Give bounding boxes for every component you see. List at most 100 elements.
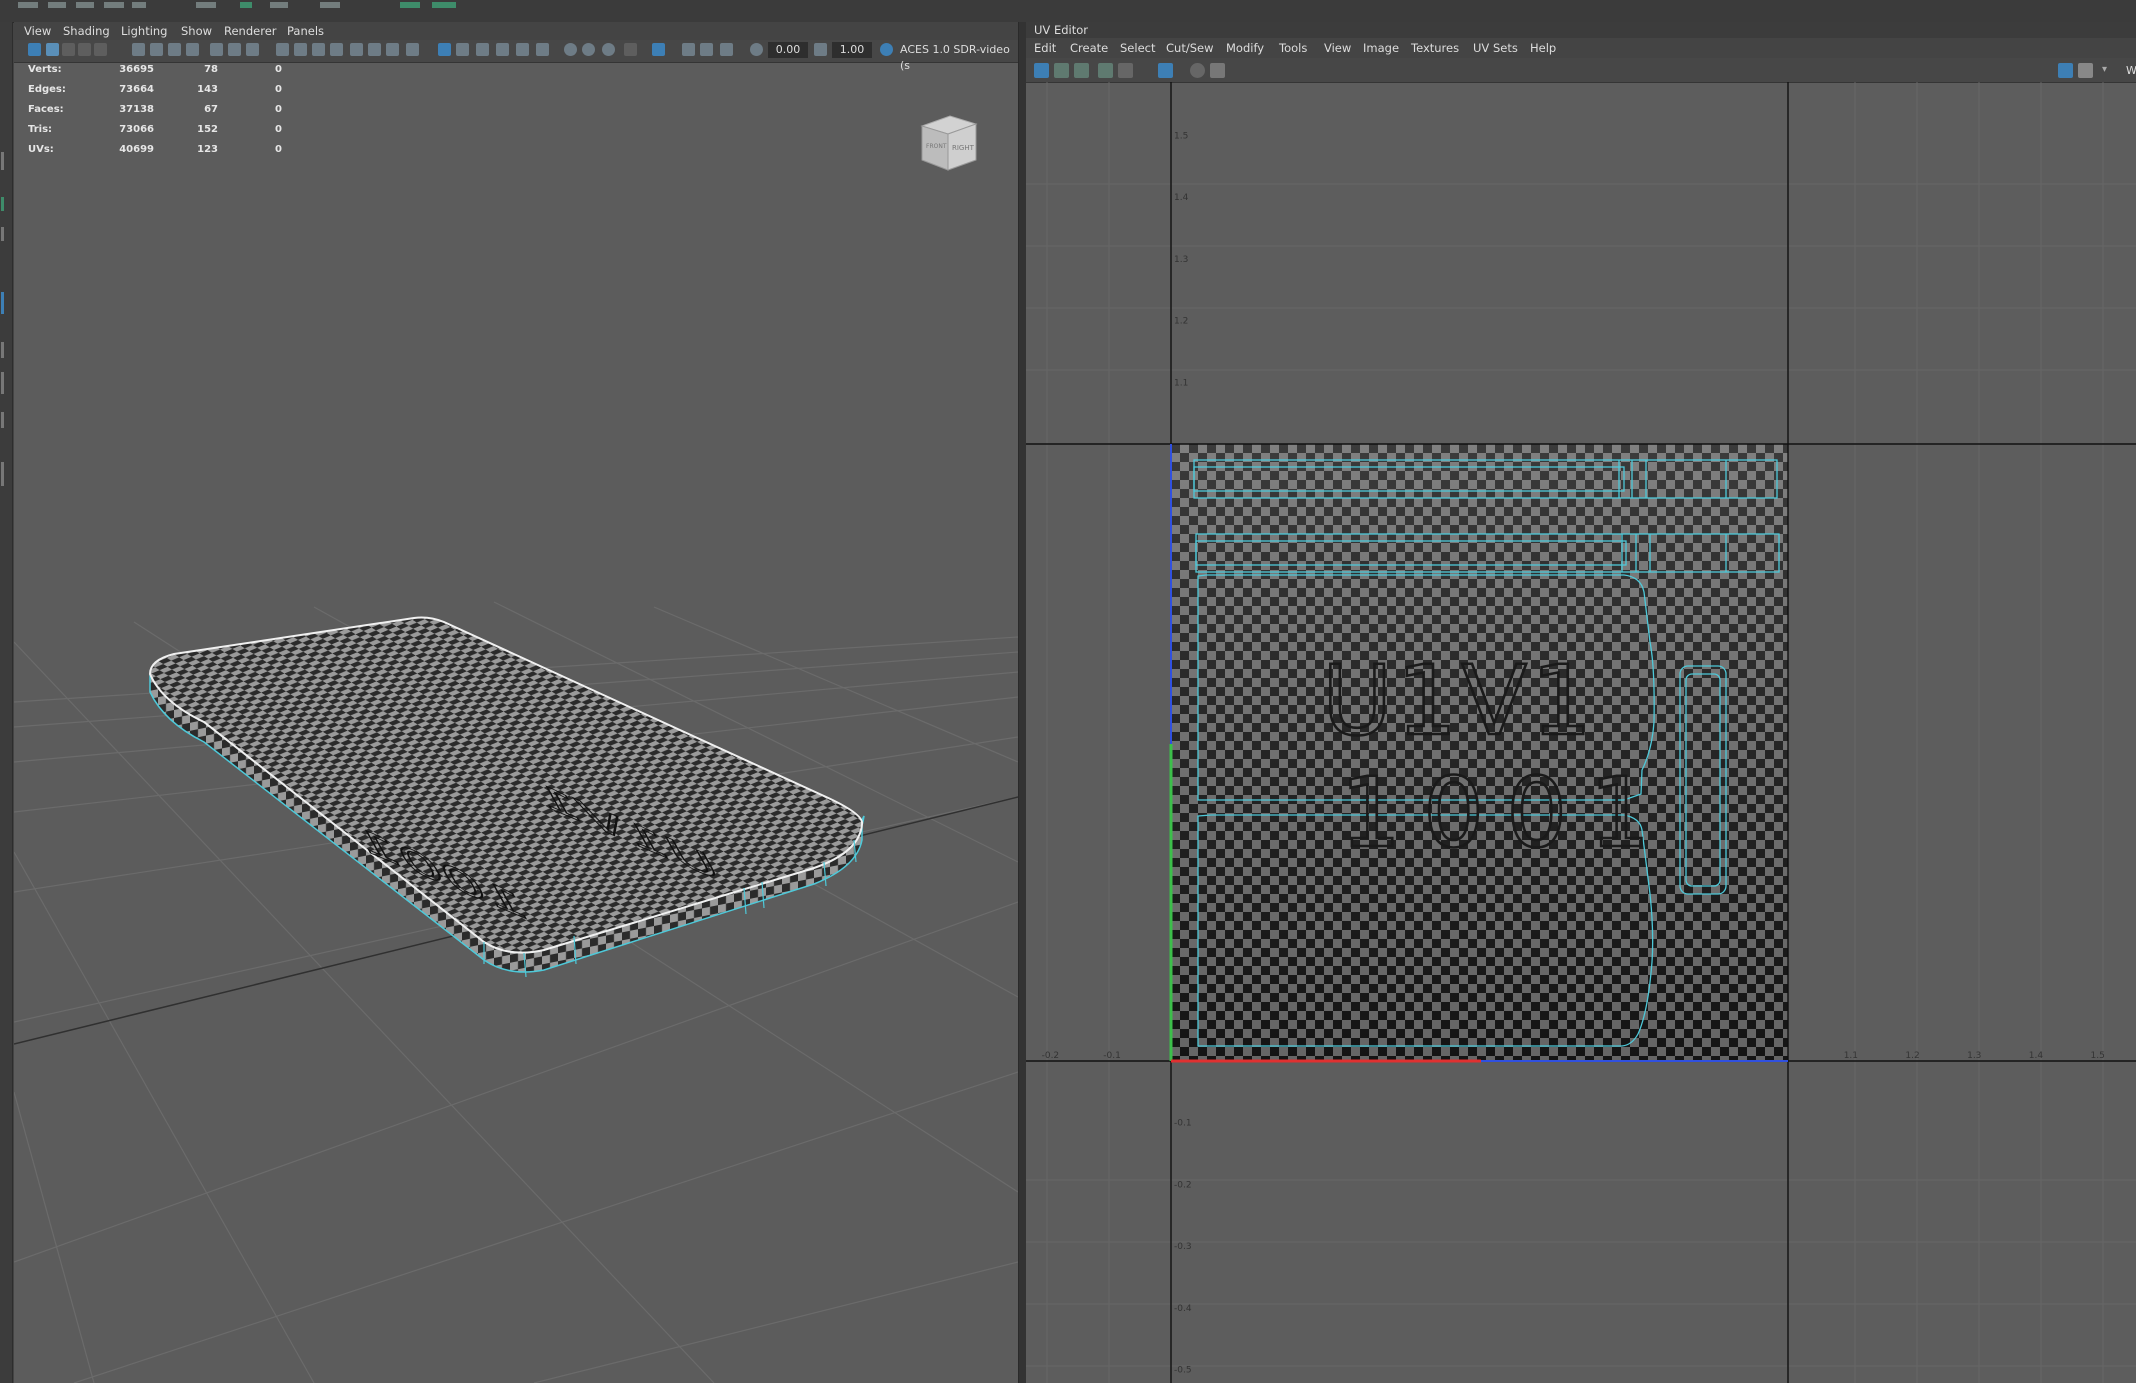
- uv-grid-icon[interactable]: [1098, 63, 1113, 78]
- tool-icon[interactable]: [104, 2, 124, 8]
- menu-panels[interactable]: Panels: [287, 24, 324, 38]
- v-tick-label: -0.5: [1174, 1366, 1192, 1376]
- motion-blur-icon[interactable]: [582, 43, 595, 56]
- smooth-shade-icon[interactable]: [438, 43, 451, 56]
- film-gate-toggle-icon[interactable]: [294, 43, 307, 56]
- uv-menu-tools[interactable]: Tools: [1279, 41, 1307, 55]
- camera-icon[interactable]: [132, 43, 145, 56]
- tool-icon[interactable]: [320, 2, 340, 8]
- tool-handle[interactable]: [1, 292, 4, 314]
- lights-icon[interactable]: [516, 43, 529, 56]
- menu-renderer[interactable]: Renderer: [224, 24, 277, 38]
- isolate-select-icon[interactable]: [652, 43, 665, 56]
- ambient-occlusion-icon[interactable]: [564, 43, 577, 56]
- bookmarks-icon[interactable]: [168, 43, 181, 56]
- main-toolbar: [0, 0, 2136, 23]
- texture-icon[interactable]: [496, 43, 509, 56]
- uv-shading-icon[interactable]: [1190, 63, 1205, 78]
- viewport-canvas[interactable]: U1V1 1001: [14, 62, 1018, 1383]
- image-plane-icon[interactable]: [78, 43, 91, 56]
- camera-lock-icon[interactable]: [150, 43, 163, 56]
- uv-checker-toggle-icon[interactable]: [2078, 63, 2093, 78]
- safe-title-icon[interactable]: [386, 43, 399, 56]
- snap-icon[interactable]: [210, 43, 223, 56]
- tool-icon[interactable]: [240, 2, 252, 8]
- wireframe-icon[interactable]: [406, 43, 419, 56]
- v-tick-label: -0.4: [1174, 1304, 1192, 1314]
- perspective-viewport[interactable]: View Shading Lighting Show Renderer Pane…: [14, 22, 1018, 1383]
- exposure-field[interactable]: 0.00: [768, 42, 808, 58]
- chevron-down-icon[interactable]: ▾: [2102, 64, 2107, 75]
- select-mode-icon[interactable]: [28, 43, 41, 56]
- u-tick-label: 1.1: [1844, 1051, 1858, 1061]
- tool-handle[interactable]: [1, 372, 4, 394]
- antialias-icon[interactable]: [602, 43, 615, 56]
- gamma-icon[interactable]: [814, 43, 827, 56]
- tool-icon[interactable]: [76, 2, 94, 8]
- viewcube[interactable]: FRONT RIGHT: [918, 112, 980, 174]
- uv-menu-uv-sets[interactable]: UV Sets: [1473, 41, 1518, 55]
- tool-handle[interactable]: [1, 412, 4, 428]
- tool-handle[interactable]: [1, 227, 4, 241]
- uv-snapshot-icon[interactable]: [1210, 63, 1225, 78]
- tool-icon[interactable]: [132, 2, 146, 8]
- tool-handle[interactable]: [1, 152, 4, 170]
- menu-shading[interactable]: Shading: [63, 24, 110, 38]
- uv-pixel-snap-icon[interactable]: [1118, 63, 1133, 78]
- viewport-menu-bar: View Shading Lighting Show Renderer Pane…: [14, 22, 1018, 40]
- xray-icon[interactable]: [476, 43, 489, 56]
- shadows-icon[interactable]: [536, 43, 549, 56]
- camera-attr-icon[interactable]: [46, 43, 59, 56]
- depth-of-field-icon[interactable]: [624, 43, 637, 56]
- uv-menu-modify[interactable]: Modify: [1226, 41, 1264, 55]
- uv-checker-icon[interactable]: [1158, 63, 1173, 78]
- exposure-icon[interactable]: [750, 43, 763, 56]
- uv-menu-view[interactable]: View: [1324, 41, 1351, 55]
- tool-handle[interactable]: [1, 197, 4, 211]
- tool-icon[interactable]: [400, 2, 420, 8]
- backface-icon[interactable]: [720, 43, 733, 56]
- u-tick-label: -0.2: [1042, 1051, 1060, 1061]
- grease-pencil-icon[interactable]: [186, 43, 199, 56]
- grid-icon[interactable]: [276, 43, 289, 56]
- uv-move-icon[interactable]: [1074, 63, 1089, 78]
- tool-icon[interactable]: [432, 2, 456, 8]
- tool-handle[interactable]: [1, 342, 4, 358]
- tool-icon[interactable]: [270, 2, 288, 8]
- uv-menu-textures[interactable]: Textures: [1411, 41, 1459, 55]
- tool-handle[interactable]: [1, 462, 4, 486]
- uv-menu-bar: Edit Create Select Cut/Sew Modify Tools …: [1026, 38, 2136, 58]
- menu-view[interactable]: View: [24, 24, 51, 38]
- uv-menu-create[interactable]: Create: [1070, 41, 1108, 55]
- pivot-icon[interactable]: [228, 43, 241, 56]
- uv-canvas[interactable]: U1V1 1001 -0.2 -0.1 1.1 1.2 1.3 1.4 1.5 1.5 1.4…: [1026, 82, 2136, 1383]
- uv-menu-edit[interactable]: Edit: [1034, 41, 1056, 55]
- v-tick-label: 1.5: [1174, 132, 1188, 142]
- shaded-icon[interactable]: [456, 43, 469, 56]
- uv-menu-image[interactable]: Image: [1363, 41, 1399, 55]
- uv-select-icon[interactable]: [1034, 63, 1049, 78]
- field-chart-icon[interactable]: [350, 43, 363, 56]
- safe-action-icon[interactable]: [368, 43, 381, 56]
- gamma-field[interactable]: 1.00: [832, 42, 872, 58]
- xray-joints-icon[interactable]: [682, 43, 695, 56]
- resolution-gate-icon[interactable]: [312, 43, 325, 56]
- tool-icon[interactable]: [48, 2, 66, 8]
- menu-lighting[interactable]: Lighting: [121, 24, 167, 38]
- uv-menu-help[interactable]: Help: [1530, 41, 1556, 55]
- xray-active-icon[interactable]: [700, 43, 713, 56]
- film-gate-icon[interactable]: [94, 43, 107, 56]
- gate-mask-icon[interactable]: [330, 43, 343, 56]
- bookmark-icon[interactable]: [62, 43, 75, 56]
- tool-icon[interactable]: [196, 2, 216, 8]
- colorspace-dropdown[interactable]: ACES 1.0 SDR-video (s: [896, 42, 1018, 72]
- paint-icon[interactable]: [246, 43, 259, 56]
- uv-menu-cut-sew[interactable]: Cut/Sew: [1166, 41, 1213, 55]
- menu-show[interactable]: Show: [181, 24, 212, 38]
- uv-menu-select[interactable]: Select: [1120, 41, 1155, 55]
- uv-shell-icon[interactable]: [1054, 63, 1069, 78]
- uv-image-display-icon[interactable]: [2058, 63, 2073, 78]
- tool-icon[interactable]: [18, 2, 38, 8]
- u-tick-label: -0.1: [1103, 1051, 1121, 1061]
- color-management-icon[interactable]: [880, 43, 893, 56]
